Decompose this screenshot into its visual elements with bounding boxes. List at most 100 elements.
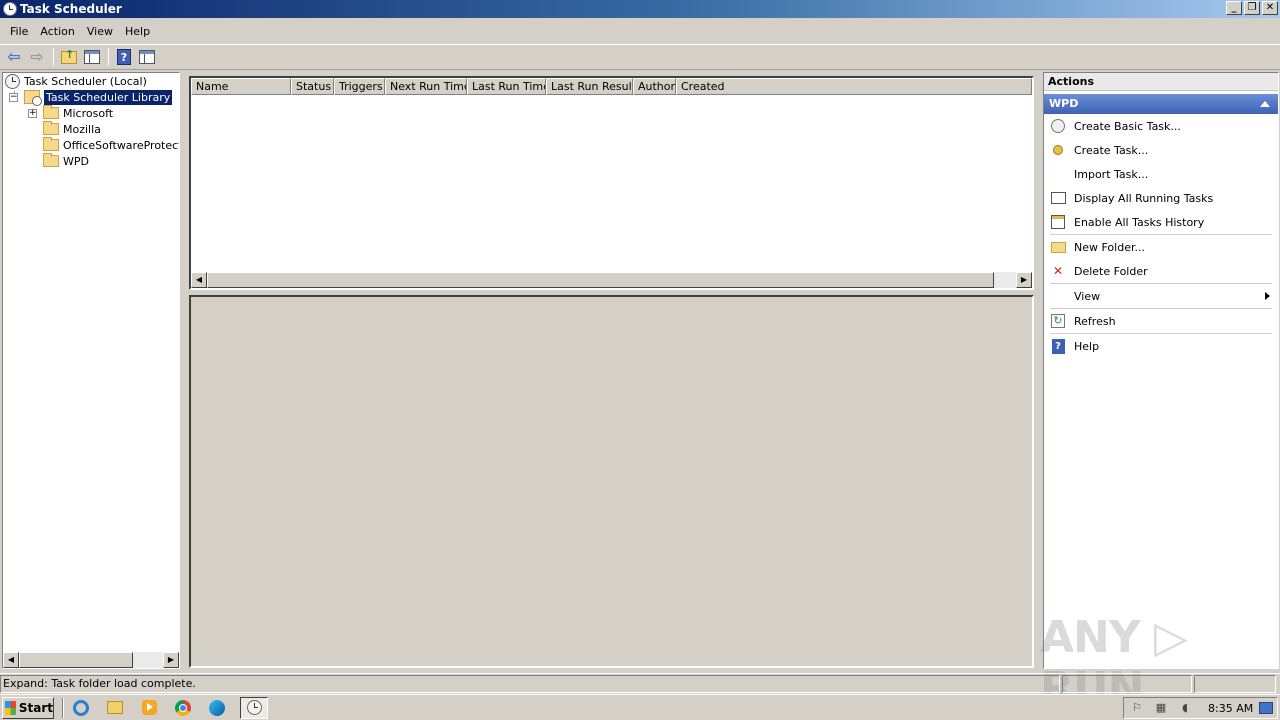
back-button[interactable]: ⇦	[3, 46, 25, 68]
tree-item-officesoftwareprotection[interactable]: OfficeSoftwareProtectio	[43, 137, 179, 153]
internet-explorer-icon	[73, 699, 89, 716]
tree-label-library: Task Scheduler Library	[44, 89, 173, 105]
delete-x-icon: ✕	[1052, 264, 1064, 278]
taskbar-file-explorer[interactable]	[104, 697, 126, 719]
start-button[interactable]: Start	[2, 696, 54, 719]
column-header-name[interactable]: Name	[191, 78, 291, 95]
scroll-left-button[interactable]: ◀	[191, 272, 207, 288]
action-label: Display All Running Tasks	[1074, 191, 1214, 205]
column-header-status[interactable]: Status	[291, 78, 334, 95]
close-button[interactable]: ✕	[1262, 1, 1278, 15]
taskbar-edge[interactable]	[206, 697, 228, 719]
volume-icon[interactable]: ◖	[1178, 701, 1192, 715]
menu-file[interactable]: File	[4, 23, 34, 40]
scroll-thumb[interactable]	[207, 272, 994, 288]
show-hide-action-pane-button[interactable]	[136, 46, 158, 68]
action-label: Refresh	[1074, 314, 1116, 328]
tree-item-library[interactable]: − Task Scheduler Library	[9, 89, 173, 106]
action-label: Create Basic Task...	[1074, 119, 1181, 133]
action-new-folder[interactable]: New Folder...	[1044, 235, 1278, 259]
column-header-last-run-time[interactable]: Last Run Time	[467, 78, 546, 95]
blank-icon	[1050, 166, 1066, 182]
taskbar-media-player[interactable]	[138, 697, 160, 719]
task-scheduler-clock-icon	[3, 2, 17, 16]
action-delete-folder[interactable]: ✕ Delete Folder	[1044, 259, 1278, 283]
tree-item-root[interactable]: Task Scheduler (Local)	[5, 73, 147, 89]
scroll-thumb[interactable]	[19, 652, 133, 668]
actions-pane: Actions WPD Create Basic Task... Create …	[1043, 72, 1279, 669]
column-header-last-run-result[interactable]: Last Run Result	[546, 78, 633, 95]
tree-horizontal-scrollbar[interactable]: ◀ ▶	[3, 652, 179, 668]
collapse-toggle[interactable]: −	[9, 92, 18, 102]
help-toolbar-button[interactable]: ?	[113, 46, 135, 68]
basic-task-wizard-icon	[1050, 118, 1066, 134]
maximize-button[interactable]: ❐	[1244, 1, 1260, 15]
window-title: Task Scheduler	[20, 2, 122, 16]
tree-item-mozilla[interactable]: Mozilla	[43, 121, 101, 137]
show-hide-pane-icon	[84, 50, 100, 64]
scroll-right-button[interactable]: ▶	[1016, 272, 1032, 288]
status-text: Expand: Task folder load complete.	[0, 674, 1060, 693]
column-header-author[interactable]: Author	[633, 78, 676, 95]
task-list: Name Status Triggers Next Run Time Last …	[189, 76, 1034, 290]
action-refresh[interactable]: ↻ Refresh	[1044, 309, 1278, 333]
up-one-level-button[interactable]	[58, 46, 80, 68]
action-label: Import Task...	[1074, 167, 1149, 181]
action-create-task[interactable]: Create Task...	[1044, 138, 1278, 162]
action-enable-all-tasks-history[interactable]: Enable All Tasks History	[1044, 210, 1278, 234]
menu-view[interactable]: View	[81, 23, 119, 40]
folder-icon	[1050, 241, 1066, 253]
folder-icon	[43, 137, 59, 151]
column-header-next-run-time[interactable]: Next Run Time	[385, 78, 467, 95]
menu-action[interactable]: Action	[34, 23, 80, 40]
actions-group-header[interactable]: WPD	[1044, 94, 1278, 114]
folder-icon	[43, 153, 59, 167]
action-help[interactable]: ? Help	[1044, 334, 1278, 358]
toolbar-separator	[108, 48, 109, 66]
action-label: View	[1074, 289, 1101, 303]
history-icon	[1050, 214, 1066, 230]
action-import-task[interactable]: Import Task...	[1044, 162, 1278, 186]
scroll-right-button[interactable]: ▶	[163, 652, 179, 668]
action-display-all-running-tasks[interactable]: Display All Running Tasks	[1044, 186, 1278, 210]
menu-bar: File Action View Help	[0, 20, 1280, 42]
window-icon	[1050, 192, 1066, 204]
scroll-track[interactable]	[133, 652, 163, 668]
minimize-button[interactable]: _	[1226, 1, 1242, 15]
taskbar-task-scheduler[interactable]	[240, 696, 268, 719]
actions-group-title: WPD	[1049, 97, 1079, 110]
network-icon[interactable]: ▦	[1154, 701, 1168, 715]
column-header-created[interactable]: Created	[676, 78, 1032, 95]
scroll-track[interactable]	[994, 272, 1016, 288]
task-detail-pane	[189, 295, 1034, 668]
scroll-left-button[interactable]: ◀	[3, 652, 19, 668]
show-desktop-icon[interactable]	[1259, 702, 1273, 714]
action-view[interactable]: View	[1044, 284, 1278, 308]
tree-label: Microsoft	[63, 106, 114, 120]
column-header-triggers[interactable]: Triggers	[334, 78, 385, 95]
show-hide-console-tree-button[interactable]	[81, 46, 103, 68]
tree-item-wpd[interactable]: WPD	[43, 153, 89, 169]
collapse-up-icon[interactable]	[1260, 101, 1270, 107]
blank-icon	[1050, 288, 1066, 304]
clock-icon	[1051, 119, 1065, 133]
tree-label: WPD	[63, 154, 89, 168]
media-player-icon	[141, 700, 157, 715]
edge-icon	[209, 699, 225, 716]
task-list-horizontal-scrollbar[interactable]: ◀ ▶	[191, 272, 1032, 288]
taskbar: Start ⚐ ▦ ◖ 8:35 AM	[0, 694, 1280, 720]
flag-icon[interactable]: ⚐	[1130, 701, 1144, 715]
expand-toggle[interactable]: +	[28, 108, 37, 118]
menu-help[interactable]: Help	[119, 23, 156, 40]
action-create-basic-task[interactable]: Create Basic Task...	[1044, 114, 1278, 138]
forward-button[interactable]: ⇨	[26, 46, 48, 68]
console-tree: Task Scheduler (Local) − Task Scheduler …	[2, 72, 180, 669]
action-label: Help	[1074, 339, 1100, 353]
taskbar-clock[interactable]: 8:35 AM	[1208, 702, 1253, 715]
taskbar-internet-explorer[interactable]	[70, 697, 92, 719]
start-label: Start	[18, 700, 53, 715]
windows-logo-icon	[5, 700, 16, 715]
tree-item-microsoft[interactable]: + Microsoft	[28, 105, 113, 121]
folder-up-icon	[61, 48, 77, 64]
taskbar-chrome[interactable]	[172, 697, 194, 719]
